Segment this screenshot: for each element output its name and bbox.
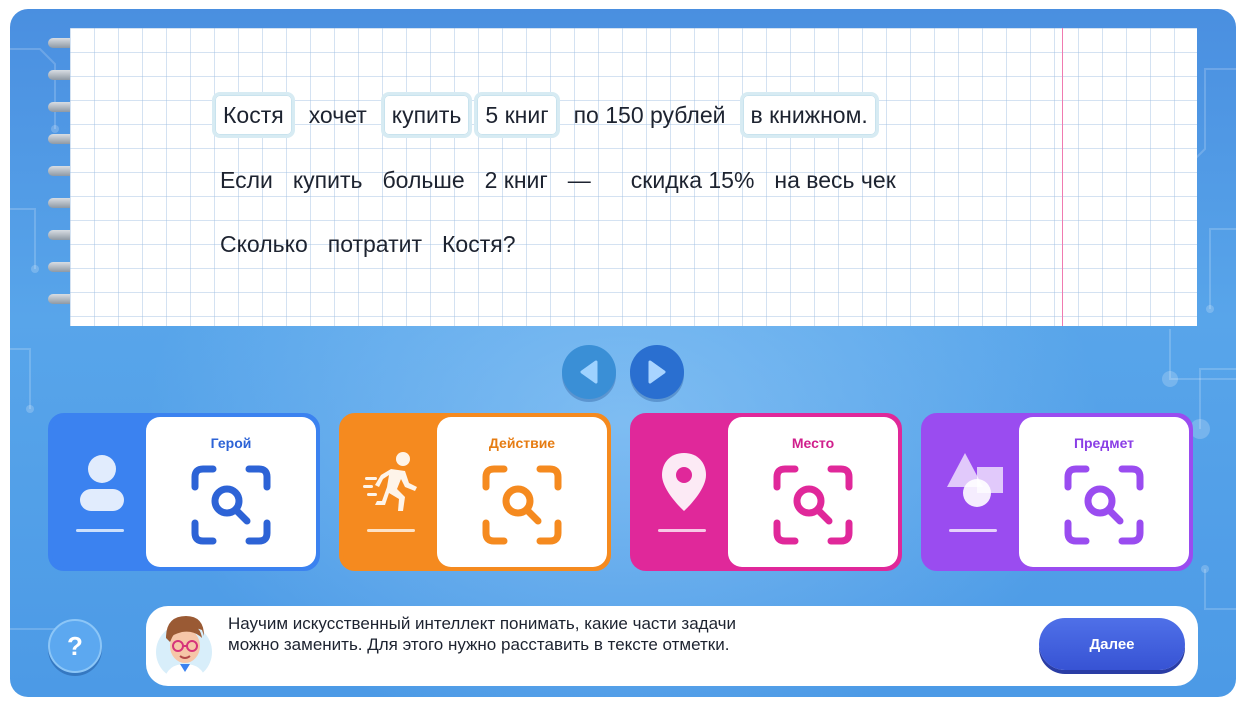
card-underline: [76, 529, 124, 532]
prev-button[interactable]: [562, 345, 616, 399]
notebook-margin-line: [1062, 28, 1063, 326]
next-button[interactable]: Далее: [1039, 618, 1185, 670]
task-word[interactable]: на весь чек: [766, 160, 903, 200]
person-icon: [80, 455, 124, 511]
app-frame: Костя хочет купить 5 книг по 150 рублей …: [10, 9, 1236, 697]
task-word-marked[interactable]: купить: [380, 92, 473, 138]
task-word[interactable]: —: [560, 160, 599, 200]
task-word[interactable]: потратит: [320, 224, 430, 264]
card-underline: [949, 529, 997, 532]
card-icon-panel: [52, 417, 152, 567]
card-title: Действие: [488, 435, 556, 451]
card-icon-panel: [343, 417, 443, 567]
category-card-hero[interactable]: Герой: [48, 413, 320, 571]
card-title: Герой: [210, 435, 252, 451]
task-word[interactable]: по 150 рублей: [566, 95, 734, 135]
shapes-icon: [947, 453, 1003, 507]
task-word[interactable]: купить: [285, 160, 371, 200]
task-line-3: Сколько потратит Костя?: [212, 224, 530, 264]
task-word[interactable]: Костя?: [434, 224, 523, 264]
teacher-avatar: [156, 616, 212, 680]
assistant-message-bar: Научим искусственный интеллект понимать,…: [146, 606, 1198, 686]
task-word[interactable]: больше: [375, 160, 473, 200]
task-word[interactable]: Сколько: [212, 224, 316, 264]
task-word[interactable]: Если: [212, 160, 281, 200]
running-man-icon: [363, 452, 417, 511]
location-pin-icon: [662, 453, 706, 511]
category-card-place[interactable]: Место: [630, 413, 902, 571]
task-word-marked[interactable]: в книжном.: [739, 92, 879, 138]
card-icon-panel: [634, 417, 734, 567]
scan-search-icon: [1064, 465, 1144, 545]
category-card-action[interactable]: Действие: [339, 413, 611, 571]
task-notebook: Костя хочет купить 5 книг по 150 рублей …: [70, 28, 1197, 326]
card-icon-panel: [925, 417, 1025, 567]
task-word[interactable]: 2 книг: [477, 160, 556, 200]
card-title: Предмет: [1073, 435, 1135, 451]
task-line-1: Костя хочет купить 5 книг по 150 рублей …: [212, 92, 885, 138]
card-underline: [367, 529, 415, 532]
task-word-marked[interactable]: Костя: [212, 92, 295, 138]
category-card-object[interactable]: Предмет: [921, 413, 1193, 571]
help-button[interactable]: ?: [48, 619, 102, 673]
triangle-left-icon: [580, 360, 598, 384]
card-underline: [658, 529, 706, 532]
next-page-button[interactable]: [630, 345, 684, 399]
card-title: Место: [791, 435, 835, 451]
task-word[interactable]: скидка 15%: [623, 160, 763, 200]
triangle-right-icon: [648, 360, 666, 384]
scan-search-icon: [191, 465, 271, 545]
task-word[interactable]: хочет: [301, 95, 375, 135]
scan-search-icon: [773, 465, 853, 545]
task-line-2: Если купить больше 2 книг — скидка 15% н…: [212, 160, 910, 200]
task-word-marked[interactable]: 5 книг: [474, 92, 560, 138]
assistant-message-text: Научим искусственный интеллект понимать,…: [228, 614, 737, 654]
scan-search-icon: [482, 465, 562, 545]
